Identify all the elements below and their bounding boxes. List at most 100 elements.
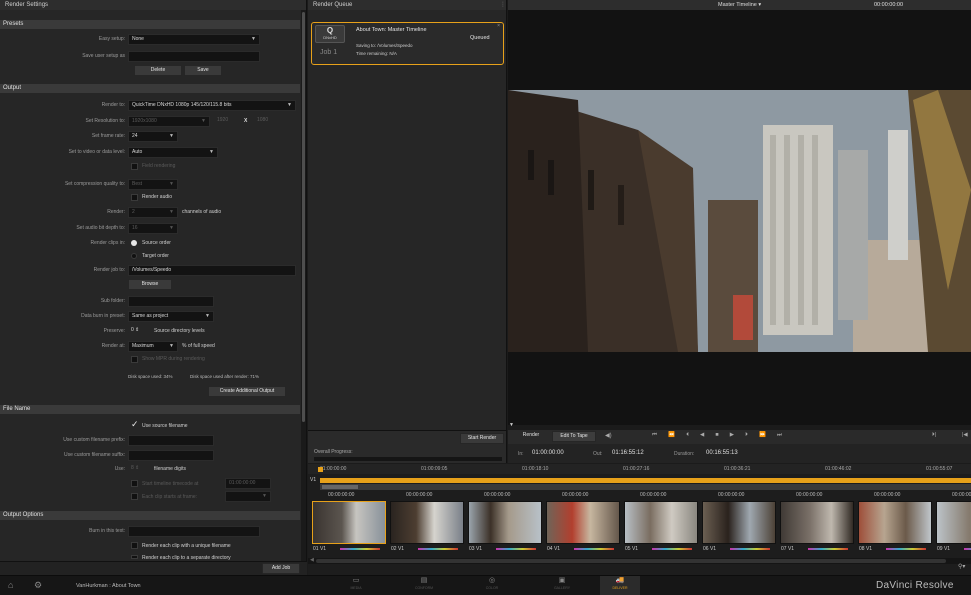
tab-render[interactable]: Render (514, 431, 548, 442)
source-order-radio[interactable] (131, 240, 137, 246)
timeline-ruler[interactable]: 01:00:00:00 01:00:09:05 01:00:18:10 01:00:2… (308, 464, 971, 474)
page-tab-color[interactable]: ◎ COLOR (474, 576, 510, 595)
clip-thumbnail[interactable] (390, 501, 464, 544)
viewer-canvas[interactable]: ▼ (508, 10, 971, 428)
clip-timecode: 00:00:00:00 (484, 492, 511, 498)
bit-depth-select[interactable]: 16 ▼ (128, 223, 178, 234)
frame-rate-select[interactable]: 24 ▼ (128, 131, 178, 142)
clip-thumbnail[interactable] (936, 501, 971, 544)
browse-button[interactable]: Browse (128, 279, 172, 290)
video-level-select[interactable]: Auto ▼ (128, 147, 218, 158)
field-rendering-checkbox[interactable] (131, 163, 138, 170)
resolution-height-input[interactable]: 1080 (254, 116, 284, 127)
close-icon[interactable]: × (497, 23, 500, 29)
settings-gear-icon[interactable]: ⚙ (34, 580, 42, 591)
loop-icon[interactable]: ⏵| (932, 432, 936, 439)
first-frame-icon[interactable]: ⏮ (652, 432, 658, 438)
stop-icon[interactable]: ■ (715, 432, 719, 438)
compression-select[interactable]: Best ▼ (128, 179, 178, 190)
bit-depth-label: Set audio bit depth to: (76, 225, 125, 231)
timeline-name-dropdown[interactable]: Master Timeline ▾ (718, 2, 761, 8)
target-order-radio[interactable] (131, 253, 137, 259)
timeline-scrollbar-thumb[interactable] (316, 559, 946, 563)
data-burn-select[interactable]: Same as project ▼ (128, 311, 214, 322)
page-tab-conform[interactable]: ▤ CONFORM (404, 576, 444, 595)
brand-logo: DaVinci Resolve (876, 580, 954, 591)
timeline-scrollbar[interactable] (308, 558, 971, 564)
media-icon: ▭ (352, 577, 360, 584)
prefix-input[interactable] (128, 435, 214, 446)
play-icon[interactable]: ▶ (730, 432, 735, 438)
playhead-marker-icon[interactable] (318, 467, 323, 472)
timeline-range-bar[interactable] (320, 478, 971, 483)
settings-scrollbar-thumb[interactable] (302, 12, 305, 422)
start-timecode-checkbox[interactable] (131, 480, 138, 487)
resolution-width-input[interactable]: 1920 (214, 116, 240, 127)
fast-forward-icon[interactable]: ⏩ (759, 432, 767, 438)
tab-edit-to-tape[interactable]: Edit To Tape (552, 431, 596, 442)
render-job-path-input[interactable]: /Volumes/Speedo (128, 265, 296, 276)
burn-in-input[interactable] (128, 526, 260, 537)
scroll-left-icon[interactable]: ◀ (310, 557, 314, 563)
clip-thumbnail[interactable] (624, 501, 698, 544)
clip-thumbnail[interactable] (858, 501, 932, 544)
create-output-button[interactable]: Create Additional Output (208, 386, 286, 397)
unique-filename-checkbox[interactable] (131, 542, 138, 549)
clip-thumbnail[interactable] (468, 501, 542, 544)
resolution-select[interactable]: 1920x1080 ▼ (128, 116, 210, 127)
separate-directory-checkbox[interactable] (131, 555, 138, 559)
delete-preset-button[interactable]: Delete (134, 65, 182, 76)
digits-stepper[interactable]: 8 ⇕ (128, 464, 150, 475)
page-tab-gallery[interactable]: ▣ GALLERY (542, 576, 582, 595)
volume-icon[interactable]: ◀) (605, 432, 612, 439)
out-timecode[interactable]: 01:16:55:12 (612, 450, 644, 456)
frame-rate-label: Set frame rate: (91, 133, 125, 139)
checkmark-icon[interactable]: ✓ (131, 420, 139, 429)
save-preset-button[interactable]: Save (184, 65, 222, 76)
next-edit-icon[interactable]: |◀ (962, 432, 968, 438)
clip-thumbnail[interactable] (546, 501, 620, 544)
timeline-options-icon[interactable]: ⚲▾ (958, 563, 965, 570)
overall-progress-bar (314, 457, 502, 461)
step-forward-icon[interactable]: ⏵ (745, 432, 749, 438)
preserve-stepper[interactable]: 0 ⇕ (128, 326, 150, 337)
play-reverse-icon[interactable]: ◀ (700, 432, 705, 438)
render-job-card[interactable]: Q DNxHD Job 1 About Town: Master Timelin… (311, 22, 504, 65)
easy-setup-select[interactable]: None ▼ (128, 34, 260, 45)
add-job-button[interactable]: Add Job (262, 563, 300, 574)
channels-of-audio-label: channels of audio (182, 209, 222, 215)
last-frame-icon[interactable]: ⏭ (777, 432, 783, 438)
show-mpr-checkbox[interactable] (131, 356, 138, 363)
clip-thumbnail[interactable] (312, 501, 386, 544)
page-tab-media[interactable]: ▭ MEDIA (338, 576, 374, 595)
each-clip-select[interactable]: ▼ (225, 491, 271, 502)
page-tab-deliver[interactable]: 🚚 DELIVER (600, 576, 640, 595)
clip-timecode: 00:00:00:00 (640, 492, 667, 498)
home-icon[interactable]: ⌂ (8, 580, 13, 590)
timeline-clip-strip (320, 484, 971, 490)
panel-menu-icon[interactable]: ⋮ (500, 0, 506, 10)
mini-scroll-thumb[interactable] (322, 485, 358, 489)
step-back-icon[interactable]: ⏴ (686, 432, 690, 438)
clip-thumbnail[interactable] (780, 501, 854, 544)
render-at-select[interactable]: Maximum ▼ (128, 341, 178, 352)
save-setup-input[interactable] (128, 51, 260, 62)
duration-timecode: 00:16:55:13 (706, 450, 738, 456)
render-audio-checkbox[interactable] (131, 194, 138, 201)
clip-thumbnail[interactable] (702, 501, 776, 544)
start-render-button[interactable]: Start Render (460, 433, 504, 444)
clip-timecode: 00:00:00:00 (562, 492, 589, 498)
easy-setup-row: Easy setup: (0, 36, 125, 46)
sub-folder-input[interactable] (128, 296, 214, 307)
settings-scrollbar[interactable] (301, 10, 306, 563)
set-resolution-label: Set Resolution to: (85, 118, 125, 124)
render-channels-select[interactable]: 2 ▼ (128, 207, 178, 218)
in-timecode[interactable]: 01:00:00:00 (532, 450, 564, 456)
job-saving-to: Saving to: /Volumes/Speedo (356, 43, 413, 48)
each-clip-checkbox[interactable] (131, 493, 138, 500)
render-to-select[interactable]: QuickTime DNxHD 1080p 145/120/115.8 bits… (128, 100, 296, 111)
clip-color-bar (418, 548, 458, 550)
rewind-icon[interactable]: ⏪ (668, 432, 676, 438)
start-timecode-input[interactable]: 01:00:00:00 (225, 478, 271, 489)
suffix-input[interactable] (128, 450, 214, 461)
